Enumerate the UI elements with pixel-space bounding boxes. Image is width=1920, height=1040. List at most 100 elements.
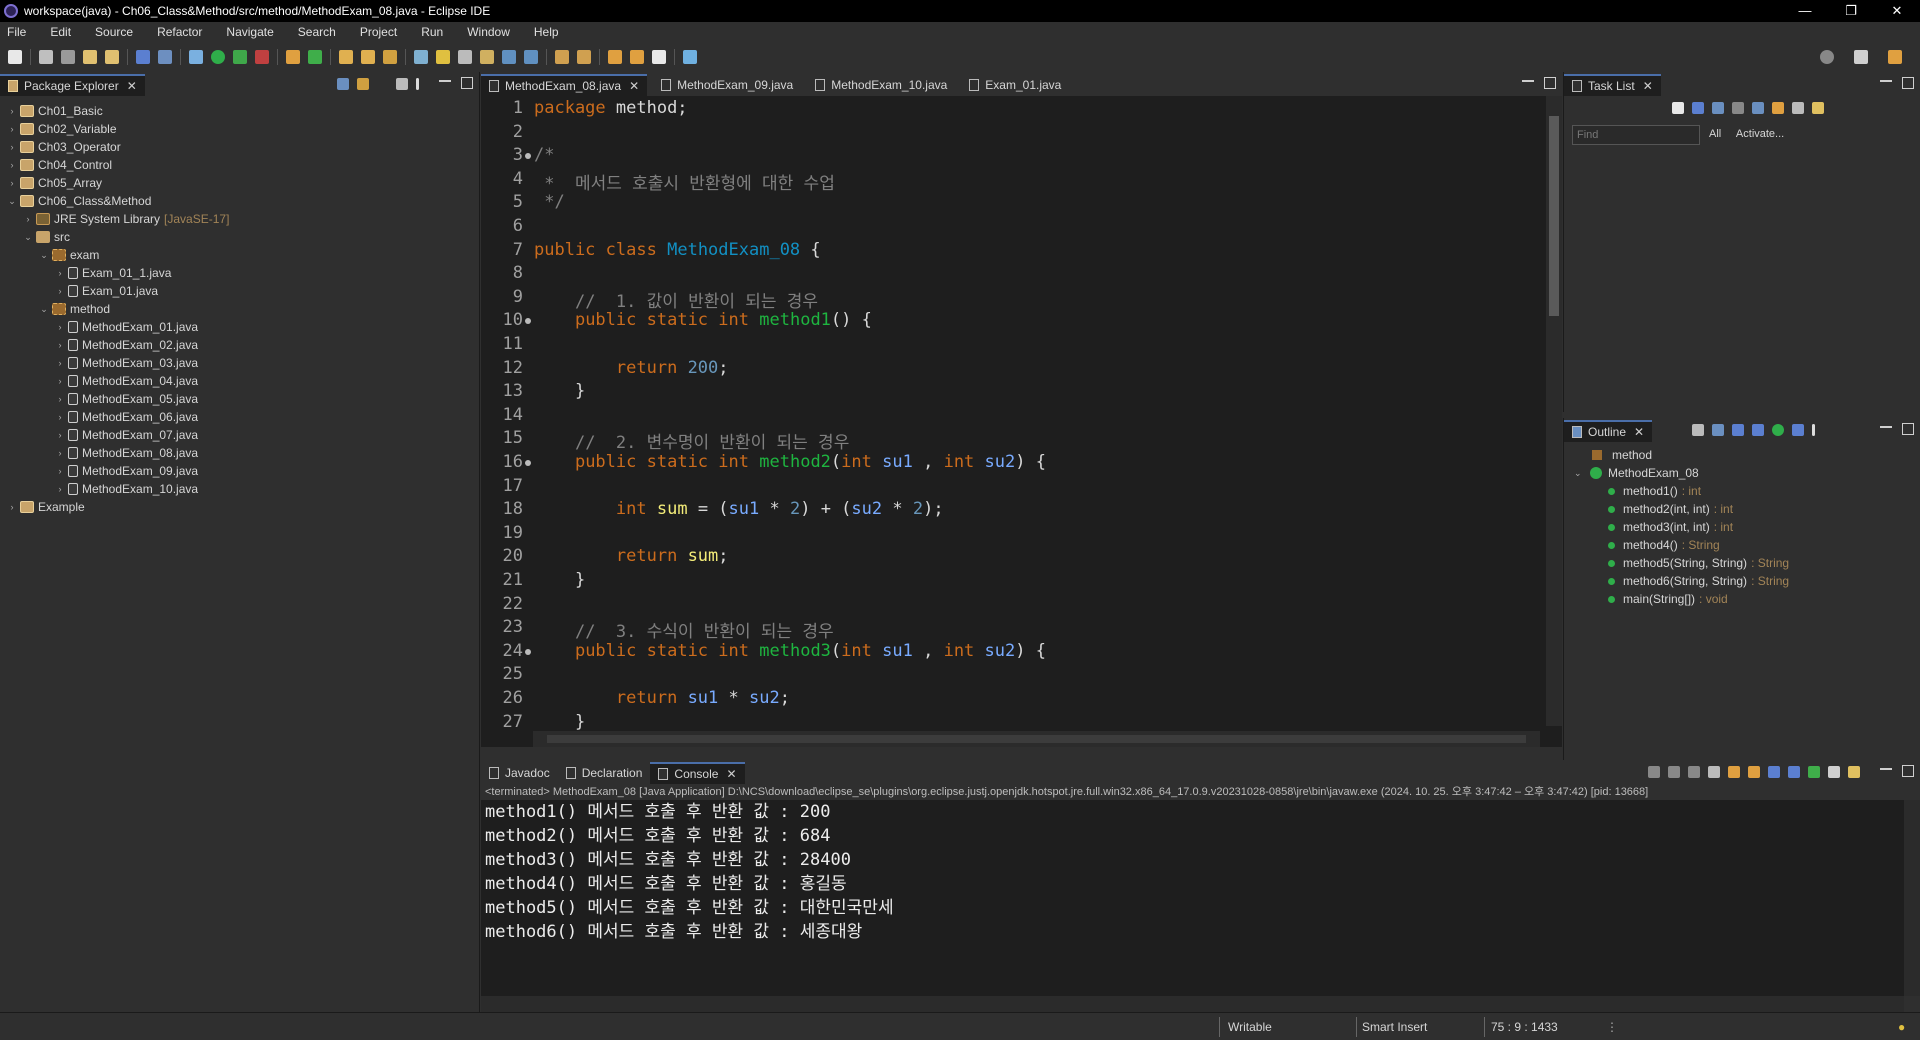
chevron-right-icon[interactable]: ›	[6, 502, 18, 512]
chevron-down-icon[interactable]: ⌄	[6, 196, 18, 207]
show-on-error-icon[interactable]	[1788, 766, 1800, 778]
chevron-right-icon[interactable]: ›	[54, 268, 66, 278]
chevron-right-icon[interactable]: ›	[54, 484, 66, 494]
chevron-right-icon[interactable]: ›	[6, 106, 18, 116]
close-icon[interactable]: ✕	[1643, 79, 1653, 93]
chevron-right-icon[interactable]: ›	[6, 124, 18, 134]
java-perspective-icon[interactable]	[1888, 50, 1902, 64]
tree-item-exam-01-java[interactable]: › Exam_01.java	[0, 282, 479, 300]
tree-item-ch01-basic[interactable]: › Ch01_Basic	[0, 102, 479, 120]
tree-item-src[interactable]: ⌄ src	[0, 228, 479, 246]
fold-marker-icon[interactable]	[525, 318, 531, 325]
console-horizontal-scrollbar[interactable]	[481, 996, 1904, 1012]
clear-console-icon[interactable]	[1708, 766, 1720, 778]
task-find-input[interactable]: Find	[1572, 125, 1700, 145]
chevron-down-icon[interactable]: ⌄	[1574, 468, 1584, 479]
open-console-icon[interactable]	[1848, 766, 1860, 778]
tree-item-example[interactable]: › Example	[0, 498, 479, 516]
undo-icon[interactable]	[83, 50, 97, 64]
filter-all-link[interactable]: All	[1709, 128, 1721, 140]
open-type-icon[interactable]	[339, 50, 353, 64]
show-only-my-tasks-icon[interactable]	[1752, 102, 1764, 114]
save-all-icon[interactable]	[61, 50, 75, 64]
minimize-editor-button[interactable]	[1522, 80, 1534, 86]
chevron-down-icon[interactable]: ⌄	[38, 304, 50, 315]
editor-horizontal-scrollbar[interactable]	[533, 731, 1540, 747]
sort-icon[interactable]	[1712, 424, 1724, 436]
external-tools-icon[interactable]	[255, 50, 269, 64]
remove-launch-icon[interactable]	[1668, 766, 1680, 778]
minimize-view-button[interactable]	[1880, 426, 1892, 432]
outline-class[interactable]: ⌄ MethodExam_08	[1564, 464, 1920, 482]
open-perspective-icon[interactable]	[1854, 50, 1868, 64]
new-task-icon[interactable]	[1672, 102, 1684, 114]
status-cursor-position[interactable]: 75 : 9 : 1433	[1491, 1020, 1558, 1034]
outline-member[interactable]: method6(String, String): String	[1564, 572, 1920, 590]
link-with-editor-icon[interactable]	[357, 78, 369, 90]
tree-item-methodexam-03-java[interactable]: › MethodExam_03.java	[0, 354, 479, 372]
scroll-thumb[interactable]	[1549, 116, 1559, 316]
filter-icon[interactable]	[396, 78, 408, 90]
skip-breakpoints-icon[interactable]	[158, 50, 172, 64]
tree-item-jre-system-library[interactable]: › JRE System Library [JavaSE-17]	[0, 210, 479, 228]
tree-item-ch02-variable[interactable]: › Ch02_Variable	[0, 120, 479, 138]
maximize-editor-button[interactable]	[1544, 77, 1556, 89]
tab-methodexam-10-java[interactable]: MethodExam_10.java	[807, 74, 955, 96]
chevron-down-icon[interactable]: ⌄	[38, 250, 50, 261]
chevron-right-icon[interactable]: ›	[54, 448, 66, 458]
tree-item-ch06-class-method[interactable]: ⌄ Ch06_Class&Method	[0, 192, 479, 210]
console-output[interactable]: method1() 메서드 호출 후 반환 값 : 200 method2() 메…	[481, 800, 1920, 996]
status-menu-icon[interactable]: ⋮	[1606, 1020, 1618, 1034]
maximize-view-button[interactable]	[1902, 423, 1914, 435]
open-task-icon[interactable]	[361, 50, 375, 64]
pin-editor-icon[interactable]	[683, 50, 697, 64]
terminate-icon[interactable]	[1648, 766, 1660, 778]
search-tool-icon[interactable]	[383, 50, 397, 64]
tab-javadoc[interactable]: Javadoc	[481, 762, 558, 784]
hide-completed-icon[interactable]	[1732, 102, 1744, 114]
fold-marker-icon[interactable]	[525, 153, 531, 160]
menu-search[interactable]: Search	[298, 25, 336, 39]
tab-declaration[interactable]: Declaration	[558, 762, 651, 784]
chevron-down-icon[interactable]: ⌄	[22, 232, 34, 243]
chevron-right-icon[interactable]: ›	[54, 376, 66, 386]
tree-item-methodexam-07-java[interactable]: › MethodExam_07.java	[0, 426, 479, 444]
minimize-view-button[interactable]	[1880, 768, 1892, 774]
display-console-icon[interactable]	[1828, 766, 1840, 778]
toggle-mark-icon[interactable]	[414, 50, 428, 64]
scheduled-icon[interactable]	[1712, 102, 1724, 114]
menu-edit[interactable]: Edit	[50, 25, 71, 39]
next-annotation-icon[interactable]	[555, 50, 569, 64]
close-icon[interactable]: ✕	[629, 79, 639, 93]
last-edit-icon[interactable]	[608, 50, 622, 64]
minimize-view-button[interactable]	[439, 80, 451, 86]
hide-non-public-icon[interactable]	[1772, 424, 1784, 436]
categorized-icon[interactable]	[1692, 102, 1704, 114]
chevron-right-icon[interactable]: ›	[54, 412, 66, 422]
pin-console-icon[interactable]	[1808, 766, 1820, 778]
tree-item-ch03-operator[interactable]: › Ch03_Operator	[0, 138, 479, 156]
maximize-view-button[interactable]	[461, 77, 473, 89]
minimize-button[interactable]: —	[1782, 0, 1828, 22]
tree-item-ch04-control[interactable]: › Ch04_Control	[0, 156, 479, 174]
collapse-all-icon[interactable]	[1692, 424, 1704, 436]
tree-item-methodexam-02-java[interactable]: › MethodExam_02.java	[0, 336, 479, 354]
menu-refactor[interactable]: Refactor	[157, 25, 202, 39]
menu-project[interactable]: Project	[360, 25, 397, 39]
close-button[interactable]: ✕	[1874, 0, 1920, 22]
view-menu-icon[interactable]	[1812, 424, 1815, 436]
show-on-output-icon[interactable]	[1768, 766, 1780, 778]
new-java-project-icon[interactable]	[286, 50, 300, 64]
close-icon[interactable]: ✕	[726, 767, 736, 781]
paragraph-icon[interactable]	[524, 50, 538, 64]
chevron-right-icon[interactable]: ›	[54, 322, 66, 332]
outline-member[interactable]: main(String[]): void	[1564, 590, 1920, 608]
fold-marker-icon[interactable]	[525, 648, 531, 655]
show-whitespace-icon[interactable]	[502, 50, 516, 64]
status-insert-mode[interactable]: Smart Insert	[1362, 1020, 1427, 1034]
tab-package-explorer[interactable]: Package Explorer ✕	[0, 74, 145, 96]
scroll-lock-icon[interactable]	[1728, 766, 1740, 778]
tab-outline[interactable]: Outline ✕	[1564, 420, 1653, 442]
tab-task-list[interactable]: Task List ✕	[1564, 74, 1661, 96]
word-wrap-icon[interactable]	[480, 50, 494, 64]
